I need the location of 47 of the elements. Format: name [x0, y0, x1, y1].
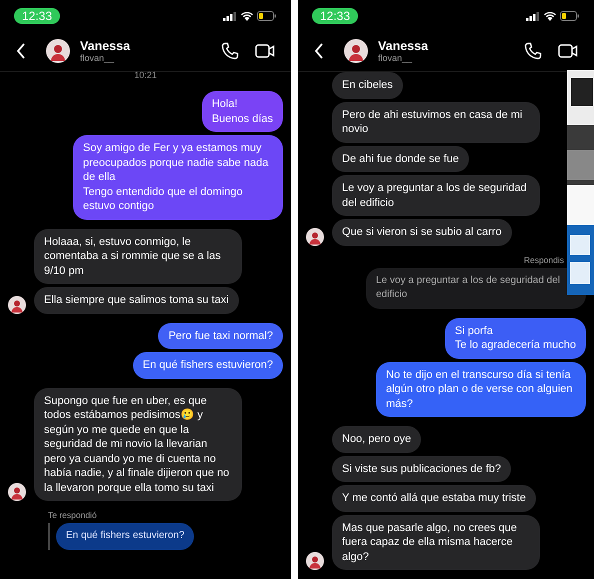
battery-icon [560, 11, 580, 21]
received-message: De ahi fue donde se fue [332, 146, 469, 172]
received-message: Mas que pasarle algo, no crees que fuera capaz de ella misma hacerce algo? [332, 514, 540, 570]
back-icon[interactable] [16, 43, 26, 59]
received-message: Holaaa, si, estuvo conmigo, le comentaba a si rommie que se a las 9/10 pm [34, 228, 242, 284]
sent-message: Hola! Buenos días [202, 91, 283, 132]
contact-name: Vanessa [80, 39, 132, 53]
avatar [8, 296, 26, 314]
received-message: Pero de ahi estuvimos en casa de mi novio [332, 102, 540, 142]
avatar [306, 228, 324, 246]
received-message: Ella siempre que salimos toma su taxi [34, 287, 239, 314]
contact-username: flovan__ [80, 53, 116, 63]
battery-icon [257, 11, 277, 21]
quoted-message: Le voy a preguntar a los de seguridad del edificio [366, 268, 586, 308]
received-message: Le voy a preguntar a los de seguridad del edificio [332, 175, 540, 216]
sent-message: No te dijo en el transcurso día si tenía algún otro plan o de verse con alguien más? [376, 362, 586, 417]
received-message: Si viste sus publicaciones de fb? [332, 456, 511, 482]
sent-message: Pero fue taxi normal? [158, 322, 283, 349]
contact-name: Vanessa [378, 39, 430, 53]
avatar [46, 39, 70, 63]
received-message: Que si vieron si se subio al carro [332, 219, 512, 246]
status-time: 12:33 [312, 8, 358, 24]
reply-label: Respondis [522, 254, 565, 264]
back-icon[interactable] [314, 43, 324, 59]
sent-message: En qué fishers estuvieron? [132, 352, 283, 378]
quoted-message: En qué fishers estuvieron? [56, 523, 194, 550]
wifi-icon [241, 12, 253, 20]
received-message: Supongo que fue en uber, es que todos estábamos pedisimos🥲 y según yo me quede en que la seguridad de mi novio la llevarian pero ya cuando yo me di cuenta no había nadie, y al finale dijieron que no la llevaron porque ella tomo su taxi [34, 388, 242, 501]
reply-label: Te respondió [47, 510, 98, 520]
phone-icon[interactable] [524, 42, 542, 60]
received-message: Noo, pero oye [332, 426, 422, 452]
timestamp: 10:21 [133, 70, 158, 80]
phone-icon[interactable] [221, 42, 239, 60]
sent-message: Soy amigo de Fer y ya estamos muy preocupados porque nadie sabe nada de ella Tengo entendido que el domingo estuvo contigo [73, 135, 283, 220]
status-time: 12:33 [14, 8, 60, 24]
avatar [306, 552, 324, 570]
video-camera-icon[interactable] [558, 43, 578, 59]
received-message: Y me contó allá que estaba muy triste [332, 485, 536, 512]
contact-username: flovan__ [378, 53, 414, 63]
signal-icon [526, 12, 540, 20]
received-message: En cibeles [332, 72, 403, 98]
signal-icon [223, 12, 237, 20]
wifi-icon [544, 12, 556, 20]
avatar [344, 39, 368, 63]
video-camera-icon[interactable] [255, 43, 275, 59]
sent-message: Si porfa Te lo agradecería mucho [444, 318, 586, 358]
avatar [8, 483, 26, 501]
